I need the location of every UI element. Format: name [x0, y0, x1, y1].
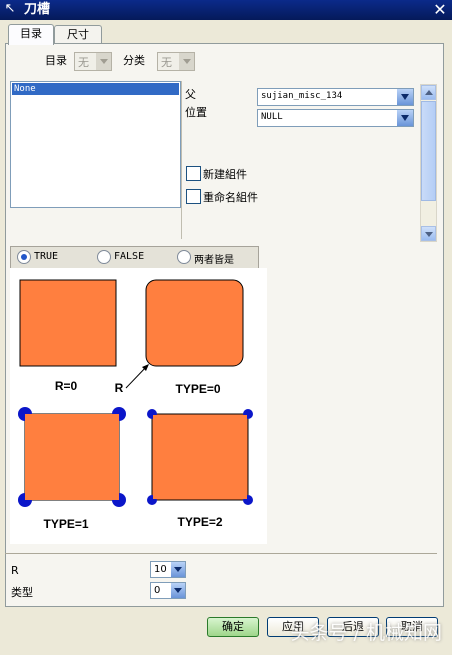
- radio-both-label: 两者皆是: [194, 255, 234, 266]
- position-label: 位置: [185, 106, 207, 119]
- category-select[interactable]: 无: [157, 52, 195, 71]
- type-select[interactable]: 0: [150, 582, 186, 599]
- square-type2-fill: [153, 415, 247, 499]
- scrollbar[interactable]: [420, 84, 437, 242]
- scroll-thumb[interactable]: [421, 101, 436, 201]
- chevron-down-icon: [171, 562, 185, 577]
- chevron-down-icon: [171, 583, 185, 598]
- label-r0: R=0: [55, 379, 78, 393]
- radio-true[interactable]: [17, 250, 31, 264]
- catalog-select[interactable]: 无: [74, 52, 112, 71]
- chevron-down-icon: [397, 89, 413, 105]
- tab-dimensions[interactable]: 尺寸: [54, 25, 102, 44]
- scroll-up-icon[interactable]: [421, 85, 436, 100]
- radio-false-label: FALSE: [114, 251, 145, 262]
- divider: [5, 553, 437, 554]
- category-label: 分类: [123, 54, 145, 67]
- square-type0: [145, 279, 244, 367]
- scroll-down-icon[interactable]: [421, 226, 436, 241]
- catalog-value: 无: [78, 56, 89, 69]
- r-label: R: [11, 564, 19, 577]
- chevron-down-icon: [96, 53, 111, 70]
- square-r0: [19, 279, 117, 367]
- tab-catalog[interactable]: 目录: [8, 24, 54, 45]
- type-label: 类型: [11, 586, 33, 599]
- rename-component-label: 重命名組件: [203, 191, 258, 204]
- r-value: 10: [154, 564, 167, 575]
- label-type0: TYPE=0: [175, 382, 220, 396]
- radio-group: TRUE FALSE 两者皆是: [10, 246, 259, 269]
- new-component-label: 新建組件: [203, 168, 247, 181]
- chevron-down-icon: [397, 110, 413, 126]
- radio-false[interactable]: [97, 250, 111, 264]
- ok-button[interactable]: 确定: [207, 617, 259, 637]
- radio-both[interactable]: [177, 250, 191, 264]
- chevron-down-icon: [179, 53, 194, 70]
- corner-type-diagram: R=0 R TYPE=0 TYPE=1 TYPE=2: [10, 268, 267, 544]
- label-type1: TYPE=1: [43, 517, 88, 531]
- radio-true-label: TRUE: [34, 251, 59, 262]
- position-value: NULL: [261, 112, 283, 122]
- label-r: R: [115, 381, 124, 395]
- type-value: 0: [154, 585, 161, 596]
- position-select[interactable]: NULL: [257, 109, 414, 127]
- label-type2: TYPE=2: [177, 515, 222, 529]
- list-item[interactable]: None: [12, 83, 179, 95]
- parent-label: 父: [185, 88, 196, 101]
- app-icon: ↖: [4, 1, 16, 16]
- catalog-label: 目录: [45, 54, 67, 67]
- category-value: 无: [161, 56, 172, 69]
- new-component-checkbox[interactable]: [186, 166, 201, 181]
- window-title: 刀槽: [24, 2, 51, 17]
- square-type1-fill: [25, 414, 119, 500]
- parent-value: sujian_misc_134: [261, 91, 343, 101]
- parent-select[interactable]: sujian_misc_134: [257, 88, 414, 106]
- r-select[interactable]: 10: [150, 561, 186, 578]
- title-bar: ↖ 刀槽 ✕: [0, 0, 452, 20]
- close-icon[interactable]: ✕: [431, 1, 449, 19]
- diagram-svg: R=0 R TYPE=0 TYPE=1 TYPE=2: [18, 279, 253, 531]
- rename-component-checkbox[interactable]: [186, 189, 201, 204]
- part-list[interactable]: None: [10, 81, 181, 208]
- watermark: 头条号 / 机械知网: [290, 622, 442, 644]
